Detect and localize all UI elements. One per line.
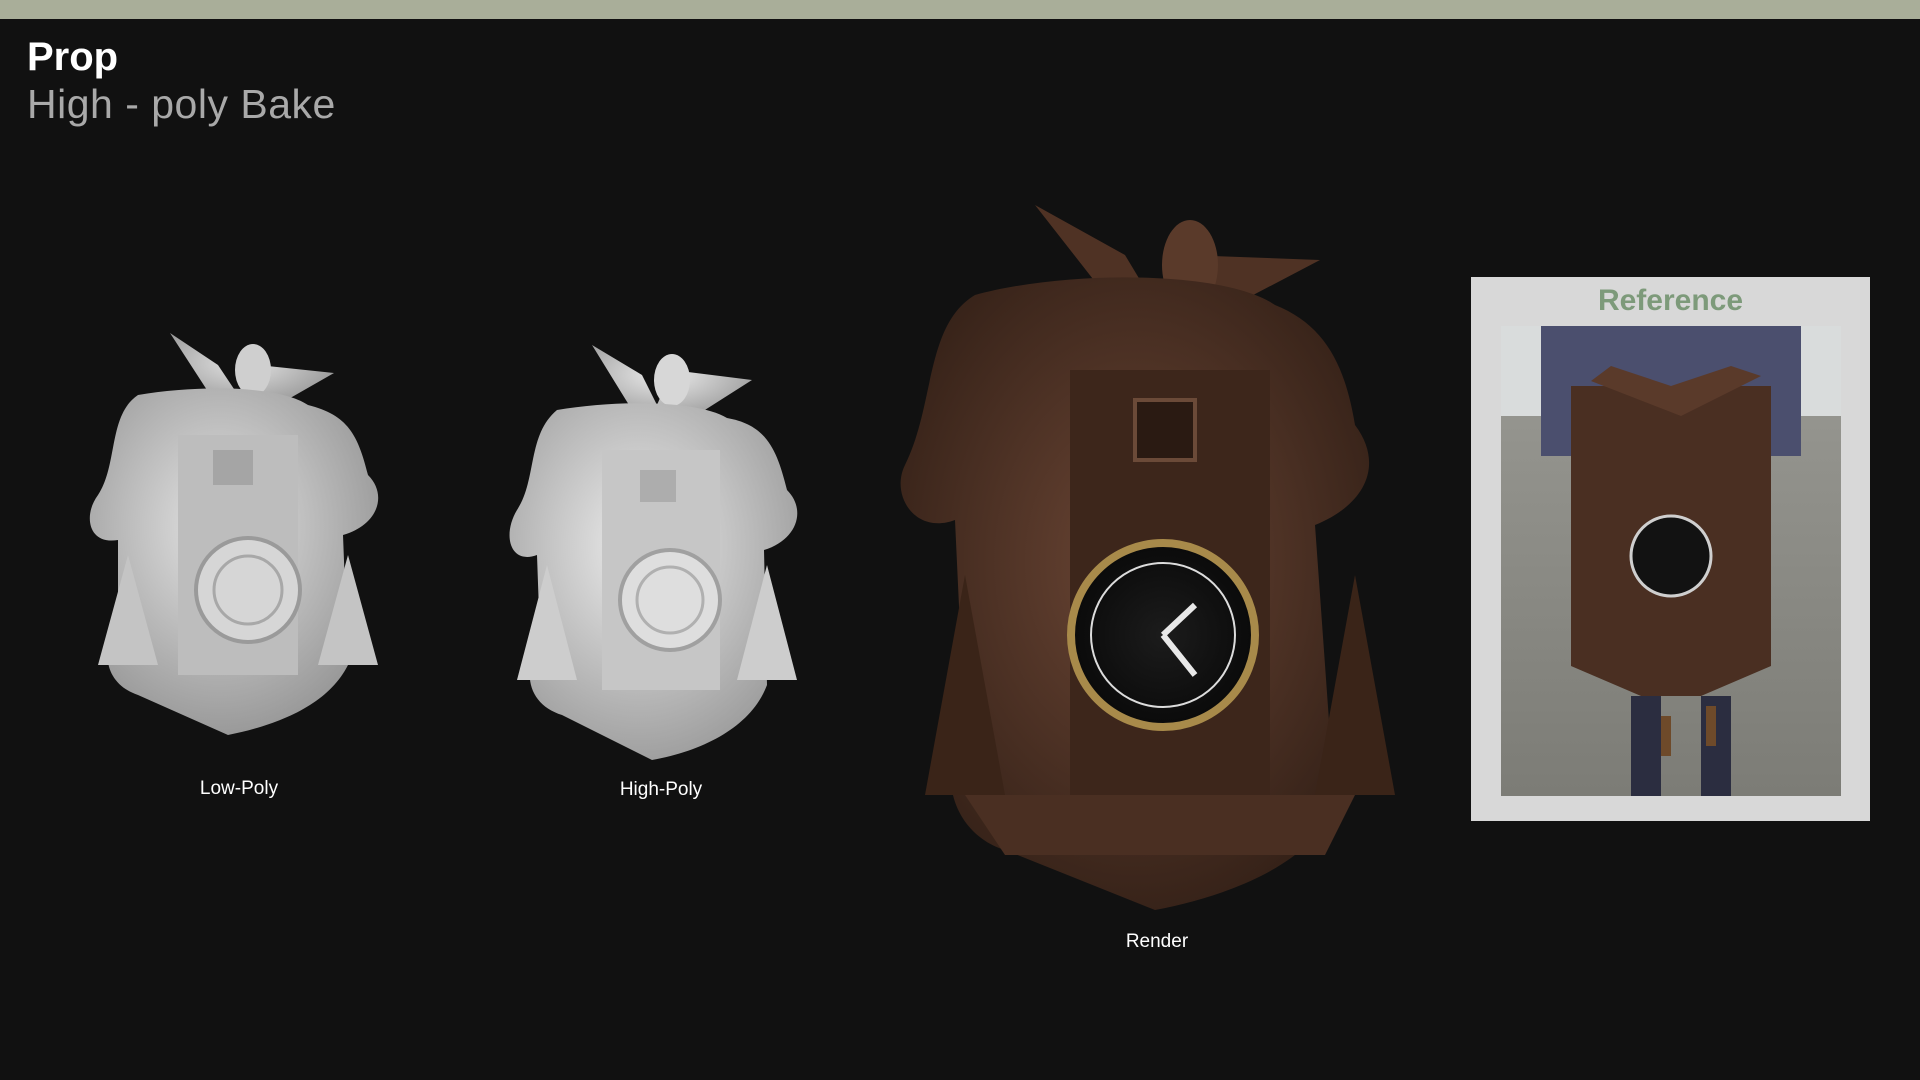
- page-subtitle: High - poly Bake: [27, 81, 336, 127]
- render-figure: [895, 195, 1420, 915]
- top-accent-bar: [0, 0, 1920, 19]
- reference-card: Reference: [1471, 277, 1870, 821]
- reference-photo-icon: [1501, 326, 1841, 796]
- rendered-clock-icon: [900, 205, 1395, 910]
- reference-photo: [1501, 326, 1841, 796]
- high-poly-figure: [502, 340, 812, 765]
- low-poly-clock-icon: [89, 333, 379, 735]
- render-caption: Render: [1125, 931, 1189, 952]
- high-poly-clock-icon: [509, 345, 798, 760]
- high-poly-caption: High-Poly: [619, 779, 703, 800]
- low-poly-figure: [78, 325, 393, 750]
- low-poly-caption: Low-Poly: [199, 778, 279, 799]
- reference-title: Reference: [1597, 284, 1744, 317]
- page-title: Prop: [27, 35, 119, 79]
